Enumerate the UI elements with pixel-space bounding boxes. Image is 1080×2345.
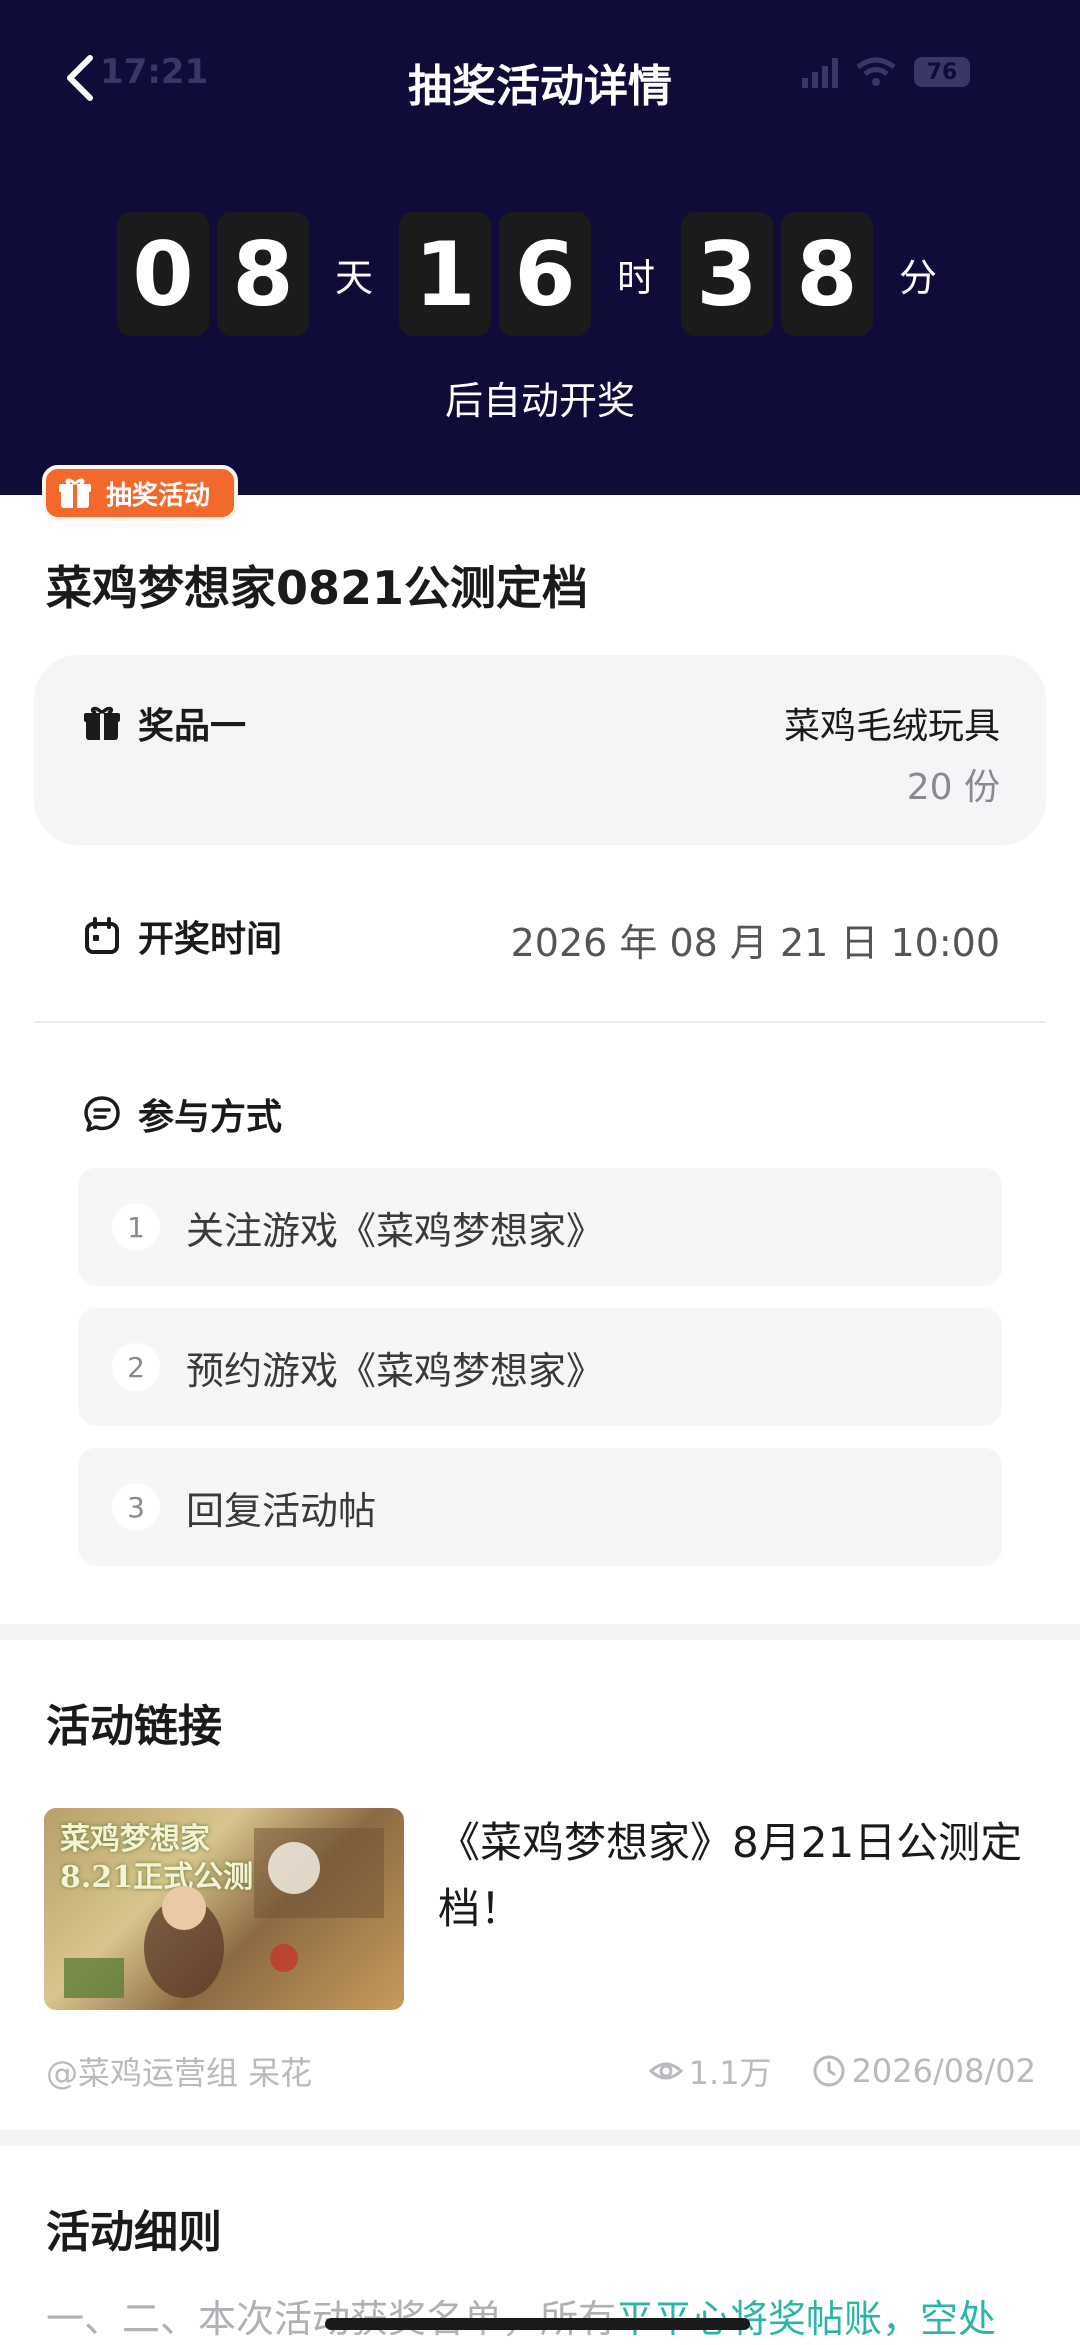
event-title: 菜鸡梦想家0821公测定档 <box>46 561 589 615</box>
participation-label: 参与方式 <box>138 1097 283 1138</box>
draw-time-label: 开奖时间 <box>138 919 283 960</box>
post-meta: 1.1万 2026/08/02 <box>648 2048 1036 2094</box>
step-number: 2 <box>112 1343 160 1391</box>
step-number: 1 <box>112 1203 160 1251</box>
minute-unit: 分 <box>899 255 938 300</box>
badge-label: 抽奖活动 <box>106 480 211 511</box>
participation-step[interactable]: 1 关注游戏《菜鸡梦想家》 <box>78 1168 1002 1286</box>
draw-time-label-row: 开奖时间 <box>82 910 282 962</box>
prize-count: 20 份 <box>906 767 1000 808</box>
countdown-timer: 0 8 天 1 6 时 3 8 分 <box>0 212 1080 336</box>
participation-step[interactable]: 3 回复活动帖 <box>78 1448 1002 1566</box>
step-text: 关注游戏《菜鸡梦想家》 <box>186 1208 605 1253</box>
activity-link-headline[interactable]: 《菜鸡梦想家》8月21日公测定档！ <box>438 1810 1038 1942</box>
hour-unit: 时 <box>616 255 655 300</box>
minute-digit: 8 <box>781 212 873 336</box>
participation-step[interactable]: 2 预约游戏《菜鸡梦想家》 <box>78 1308 1002 1426</box>
day-unit: 天 <box>334 255 373 300</box>
step-number: 3 <box>112 1483 160 1531</box>
rules-title: 活动细则 <box>46 2207 222 2258</box>
divider <box>34 1021 1046 1023</box>
prize-label: 奖品一 <box>138 706 247 747</box>
activity-thumbnail[interactable]: 菜鸡梦想家 8.21正式公测 <box>44 1808 404 2010</box>
participation-label-row: 参与方式 <box>82 1088 282 1140</box>
prize-label-row: 奖品一 <box>82 697 246 749</box>
battery-icon: 76 <box>914 57 970 87</box>
wifi-icon <box>856 57 896 86</box>
status-icons: 76 <box>802 56 970 88</box>
countdown-header: 17:21 抽奖活动详情 76 0 8 天 1 6 时 3 8 分 后自动开奖 <box>0 0 1080 495</box>
activity-link-title: 活动链接 <box>46 1701 222 1752</box>
home-indicator[interactable] <box>325 2318 750 2330</box>
day-digit: 8 <box>216 212 309 336</box>
hour-digit: 1 <box>398 212 491 336</box>
view-count: 1.1万 <box>688 2054 772 2092</box>
step-text: 预约游戏《菜鸡梦想家》 <box>186 1348 605 1393</box>
section-separator <box>0 2130 1080 2146</box>
clock-icon <box>813 2055 845 2087</box>
section-separator <box>0 1624 1080 1640</box>
chat-icon <box>84 1096 120 1132</box>
gift-icon <box>84 706 120 740</box>
day-digit: 0 <box>116 212 209 336</box>
eye-icon <box>648 2062 683 2080</box>
hour-digit: 6 <box>498 212 591 336</box>
gift-icon <box>59 478 91 508</box>
step-text: 回复活动帖 <box>186 1488 377 1533</box>
prize-card: 奖品一 菜鸡毛绒玩具 20 份 <box>34 655 1046 845</box>
draw-time-value: 2026 年 08 月 21 日 10:00 <box>510 921 1000 965</box>
signal-icon <box>802 56 838 88</box>
prize-name: 菜鸡毛绒玩具 <box>783 706 1000 747</box>
post-author[interactable]: @菜鸡运营组 呆花 <box>46 2048 312 2094</box>
thumbnail-illustration <box>64 1828 384 1998</box>
post-date: 2026/08/02 <box>851 2052 1036 2090</box>
calendar-icon <box>85 917 119 954</box>
rules-preview: 一、二、本次活动获奖名单，所有平平心将奖帖账，空处 <box>46 2288 996 2343</box>
countdown-subtitle: 后自动开奖 <box>444 379 635 423</box>
lottery-badge: 抽奖活动 <box>42 465 238 521</box>
minute-digit: 3 <box>681 212 773 336</box>
